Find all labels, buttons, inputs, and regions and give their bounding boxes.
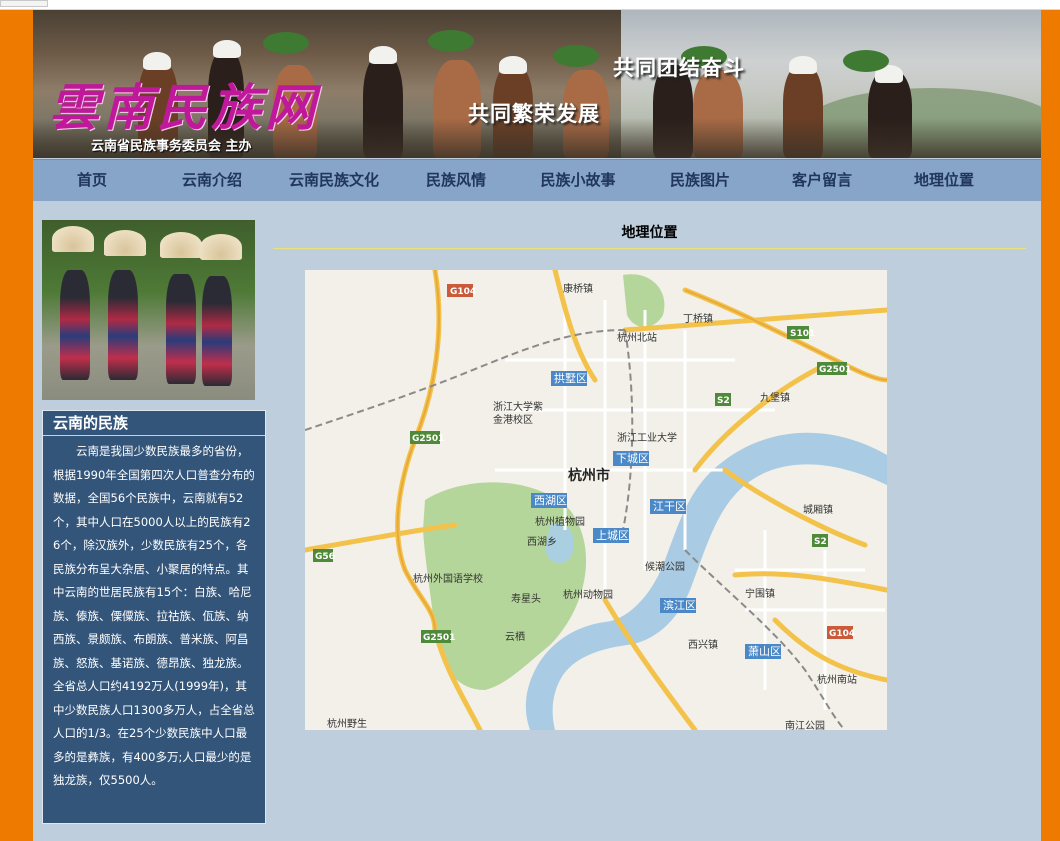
photo-girl: [202, 276, 232, 386]
map-label: 杭州动物园: [563, 588, 613, 601]
slogan-unity: 共同团结奋斗: [613, 56, 745, 80]
map-label: 杭州外国语学校: [413, 572, 483, 585]
main-nav: 首页 云南介绍 云南民族文化 民族风情 民族小故事 民族图片 客户留言 地理位置: [33, 159, 1041, 201]
banner-headdress: [789, 56, 817, 74]
svg-text:西湖区: 西湖区: [534, 494, 567, 507]
svg-text:G56: G56: [315, 552, 335, 562]
map-label: 浙江大学紫: [493, 400, 543, 413]
map-label: 杭州北站: [617, 331, 657, 344]
map-city-label: 杭州市: [568, 467, 610, 484]
photo-parasol: [104, 230, 146, 256]
map-label: 丁桥镇: [683, 312, 713, 325]
svg-text:江干区: 江干区: [653, 500, 686, 513]
banner-headdress: [213, 40, 241, 58]
svg-text:S2: S2: [814, 537, 827, 547]
site-logo[interactable]: 雲南民族网: [49, 68, 319, 140]
banner-leaf-crown: [843, 50, 889, 72]
svg-text:萧山区: 萧山区: [748, 645, 781, 658]
nav-item-ethnic-customs[interactable]: 民族风情: [395, 160, 517, 201]
svg-text:G104: G104: [450, 287, 476, 297]
svg-text:G2501: G2501: [412, 434, 444, 444]
slogan-prosperity: 共同繁荣发展: [468, 102, 600, 126]
nav-item-ethnic-stories[interactable]: 民族小故事: [517, 160, 639, 201]
map-label: 杭州南站: [817, 673, 857, 686]
map-canvas: 康桥镇 丁桥镇 杭州北站 九堡镇 浙江大学紫 金港校区 浙江工业大学 杭州植物园…: [305, 270, 887, 730]
banner-leaf-crown: [263, 32, 309, 54]
browser-top-strip: [0, 0, 1060, 10]
header-banner: 雲南民族网 云南省民族事务委员会 主办 共同团结奋斗 共同繁荣发展: [33, 10, 1041, 158]
map-label: 南江公园: [785, 719, 825, 730]
map-label: 浙江工业大学: [617, 431, 677, 444]
nav-item-ethnic-culture[interactable]: 云南民族文化: [273, 160, 395, 201]
banner-leaf-crown: [428, 30, 474, 52]
map-label: 寿星头: [511, 592, 541, 605]
photo-parasol: [160, 232, 202, 258]
svg-text:滨江区: 滨江区: [663, 598, 696, 612]
map-label: 杭州野生: [327, 717, 367, 730]
map-label: 九堡镇: [760, 391, 790, 404]
photo-girl: [108, 270, 138, 380]
page-container: 雲南民族网 云南省民族事务委员会 主办 共同团结奋斗 共同繁荣发展 首页 云南介…: [33, 10, 1041, 841]
host-text: 云南省民族事务委员会 主办: [91, 139, 252, 154]
nav-item-yunnan-intro[interactable]: 云南介绍: [151, 160, 273, 201]
svg-text:拱墅区: 拱墅区: [554, 371, 587, 385]
photo-parasol: [52, 226, 94, 252]
location-map[interactable]: 康桥镇 丁桥镇 杭州北站 九堡镇 浙江大学紫 金港校区 浙江工业大学 杭州植物园…: [305, 270, 887, 730]
nav-item-guestbook[interactable]: 客户留言: [761, 160, 883, 201]
map-label: 西兴镇: [688, 638, 718, 651]
banner-headdress: [369, 46, 397, 64]
sidebar-photo: [42, 220, 255, 400]
banner-headdress: [499, 56, 527, 74]
map-label: 候潮公园: [645, 560, 685, 573]
svg-text:S101: S101: [790, 329, 815, 339]
info-box-text: 云南是我国少数民族最多的省份，根据1990年全国第四次人口普查分布的数据，全国5…: [53, 444, 255, 787]
map-label: 宁围镇: [745, 587, 775, 600]
map-label: 城厢镇: [803, 503, 833, 516]
nav-item-home[interactable]: 首页: [33, 160, 151, 201]
svg-text:G104: G104: [829, 629, 855, 639]
svg-text:G2501: G2501: [423, 633, 455, 643]
map-label: 康桥镇: [563, 282, 593, 295]
map-label: 西湖乡: [527, 536, 557, 548]
map-label: 杭州植物园: [535, 515, 585, 528]
map-label: 金港校区: [493, 413, 533, 426]
photo-girl: [166, 274, 196, 384]
nav-item-location[interactable]: 地理位置: [883, 160, 1005, 201]
photo-parasol: [200, 234, 242, 260]
page-title: 地理位置: [273, 222, 1026, 249]
browser-tab[interactable]: [0, 0, 48, 7]
photo-girl: [60, 270, 90, 380]
banner-leaf-crown: [553, 45, 599, 67]
nav-item-ethnic-photos[interactable]: 民族图片: [639, 160, 761, 201]
svg-text:下城区: 下城区: [616, 452, 649, 465]
info-box-title: 云南的民族: [43, 411, 265, 436]
ethnic-info-box: 云南的民族 云南是我国少数民族最多的省份，根据1990年全国第四次人口普查分布的…: [42, 410, 266, 824]
svg-text:上城区: 上城区: [596, 529, 629, 542]
svg-text:G2501: G2501: [819, 365, 851, 375]
map-label: 云栖: [505, 630, 525, 643]
svg-text:S2: S2: [717, 396, 730, 406]
